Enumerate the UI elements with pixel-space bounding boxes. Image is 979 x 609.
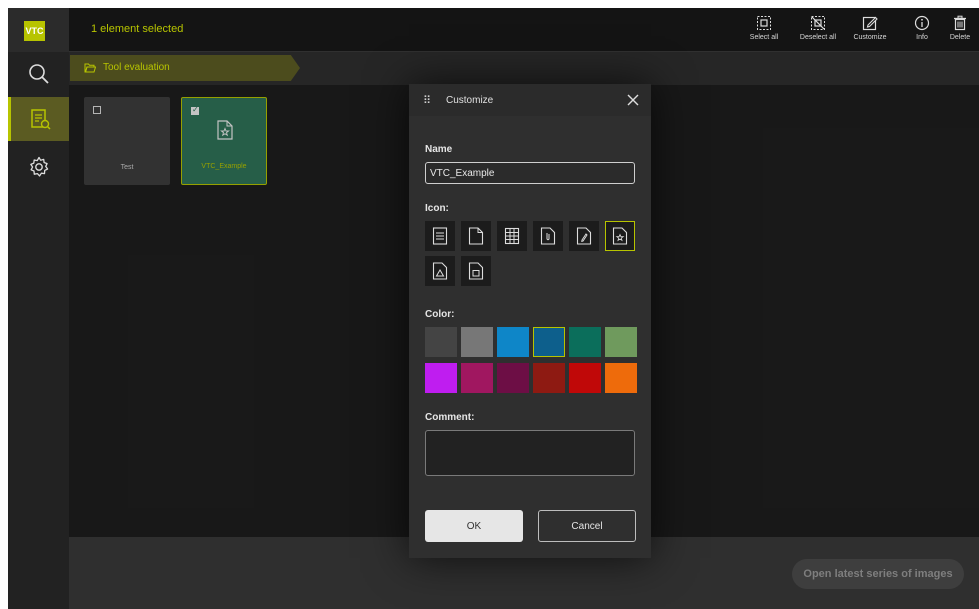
close-icon[interactable] — [625, 92, 641, 108]
top-toolbar: 1 element selected Select all Deselect a… — [69, 8, 979, 52]
table-icon — [504, 227, 520, 245]
color-swatch[interactable] — [569, 327, 601, 357]
app-logo: VTC — [24, 21, 45, 41]
folder-open-icon — [84, 63, 96, 73]
color-swatch[interactable] — [569, 363, 601, 393]
nav-rail: VTC — [8, 8, 69, 609]
cancel-button[interactable]: Cancel — [538, 510, 636, 542]
info-icon — [914, 15, 930, 31]
deselect-all-label: Deselect all — [799, 34, 837, 41]
document-triangle-icon — [432, 262, 448, 280]
rail-search-button[interactable] — [8, 52, 69, 96]
color-swatch[interactable] — [533, 327, 565, 357]
document-star-icon — [612, 227, 628, 245]
customize-label: Customize — [853, 34, 887, 41]
document-lines-icon — [432, 227, 448, 245]
icon-option-document-clip[interactable] — [533, 221, 563, 251]
deselect-all-button[interactable]: Deselect all — [795, 15, 841, 49]
select-all-button[interactable]: Select all — [741, 15, 787, 49]
color-label: Color: — [425, 309, 455, 320]
info-button[interactable]: Info — [899, 15, 945, 49]
rail-evaluation-button[interactable] — [8, 97, 69, 141]
delete-button[interactable]: Delete — [941, 15, 979, 49]
selection-status: 1 element selected — [91, 23, 184, 35]
comment-label: Comment: — [425, 412, 475, 423]
search-icon — [28, 64, 49, 84]
edit-icon — [862, 16, 878, 31]
ok-button[interactable]: OK — [425, 510, 523, 542]
color-swatch[interactable] — [497, 363, 529, 393]
trash-icon — [954, 15, 966, 31]
name-field[interactable] — [425, 162, 635, 184]
select-all-label: Select all — [749, 34, 779, 41]
document-blank-icon — [468, 227, 484, 245]
dialog-title: Customize — [446, 95, 494, 106]
color-swatch[interactable] — [425, 327, 457, 357]
color-swatch[interactable] — [605, 327, 637, 357]
gear-icon — [29, 156, 48, 177]
color-swatch[interactable] — [461, 327, 493, 357]
icon-option-document-blank[interactable] — [461, 221, 491, 251]
drag-handle-icon[interactable]: ⠿ — [423, 94, 431, 107]
breadcrumb-bar: Tool evaluation — [69, 52, 979, 85]
color-swatch[interactable] — [461, 363, 493, 393]
deselect-all-icon — [811, 16, 825, 30]
icon-option-document-square[interactable] — [461, 256, 491, 286]
name-label: Name — [425, 144, 453, 155]
dialog-header[interactable]: ⠿ Customize — [409, 84, 651, 116]
document-clip-icon — [540, 227, 556, 245]
icon-option-document-edit[interactable] — [569, 221, 599, 251]
icon-label: Icon: — [425, 203, 449, 214]
customize-dialog: ⠿ Customize Name Icon: — [409, 84, 651, 558]
color-swatch[interactable] — [533, 363, 565, 393]
document-edit-icon — [576, 227, 592, 245]
color-swatch[interactable] — [497, 327, 529, 357]
color-swatch[interactable] — [425, 363, 457, 393]
breadcrumb[interactable]: Tool evaluation — [70, 55, 300, 81]
icon-option-document-triangle[interactable] — [425, 256, 455, 286]
customize-button[interactable]: Customize — [847, 15, 893, 49]
document-check-icon — [31, 109, 51, 130]
icon-option-table[interactable] — [497, 221, 527, 251]
color-swatch[interactable] — [605, 363, 637, 393]
info-label: Info — [916, 34, 928, 41]
rail-settings-button[interactable] — [8, 145, 69, 189]
select-all-icon — [757, 16, 771, 30]
document-square-icon — [468, 262, 484, 280]
icon-option-document-lines[interactable] — [425, 221, 455, 251]
logo-area: VTC — [8, 8, 69, 52]
comment-field[interactable] — [425, 430, 635, 476]
delete-label: Delete — [949, 34, 971, 41]
icon-option-document-star[interactable] — [605, 221, 635, 251]
breadcrumb-label: Tool evaluation — [103, 62, 170, 73]
app-window: VTC 1 element selected Select all Desele… — [8, 8, 979, 609]
